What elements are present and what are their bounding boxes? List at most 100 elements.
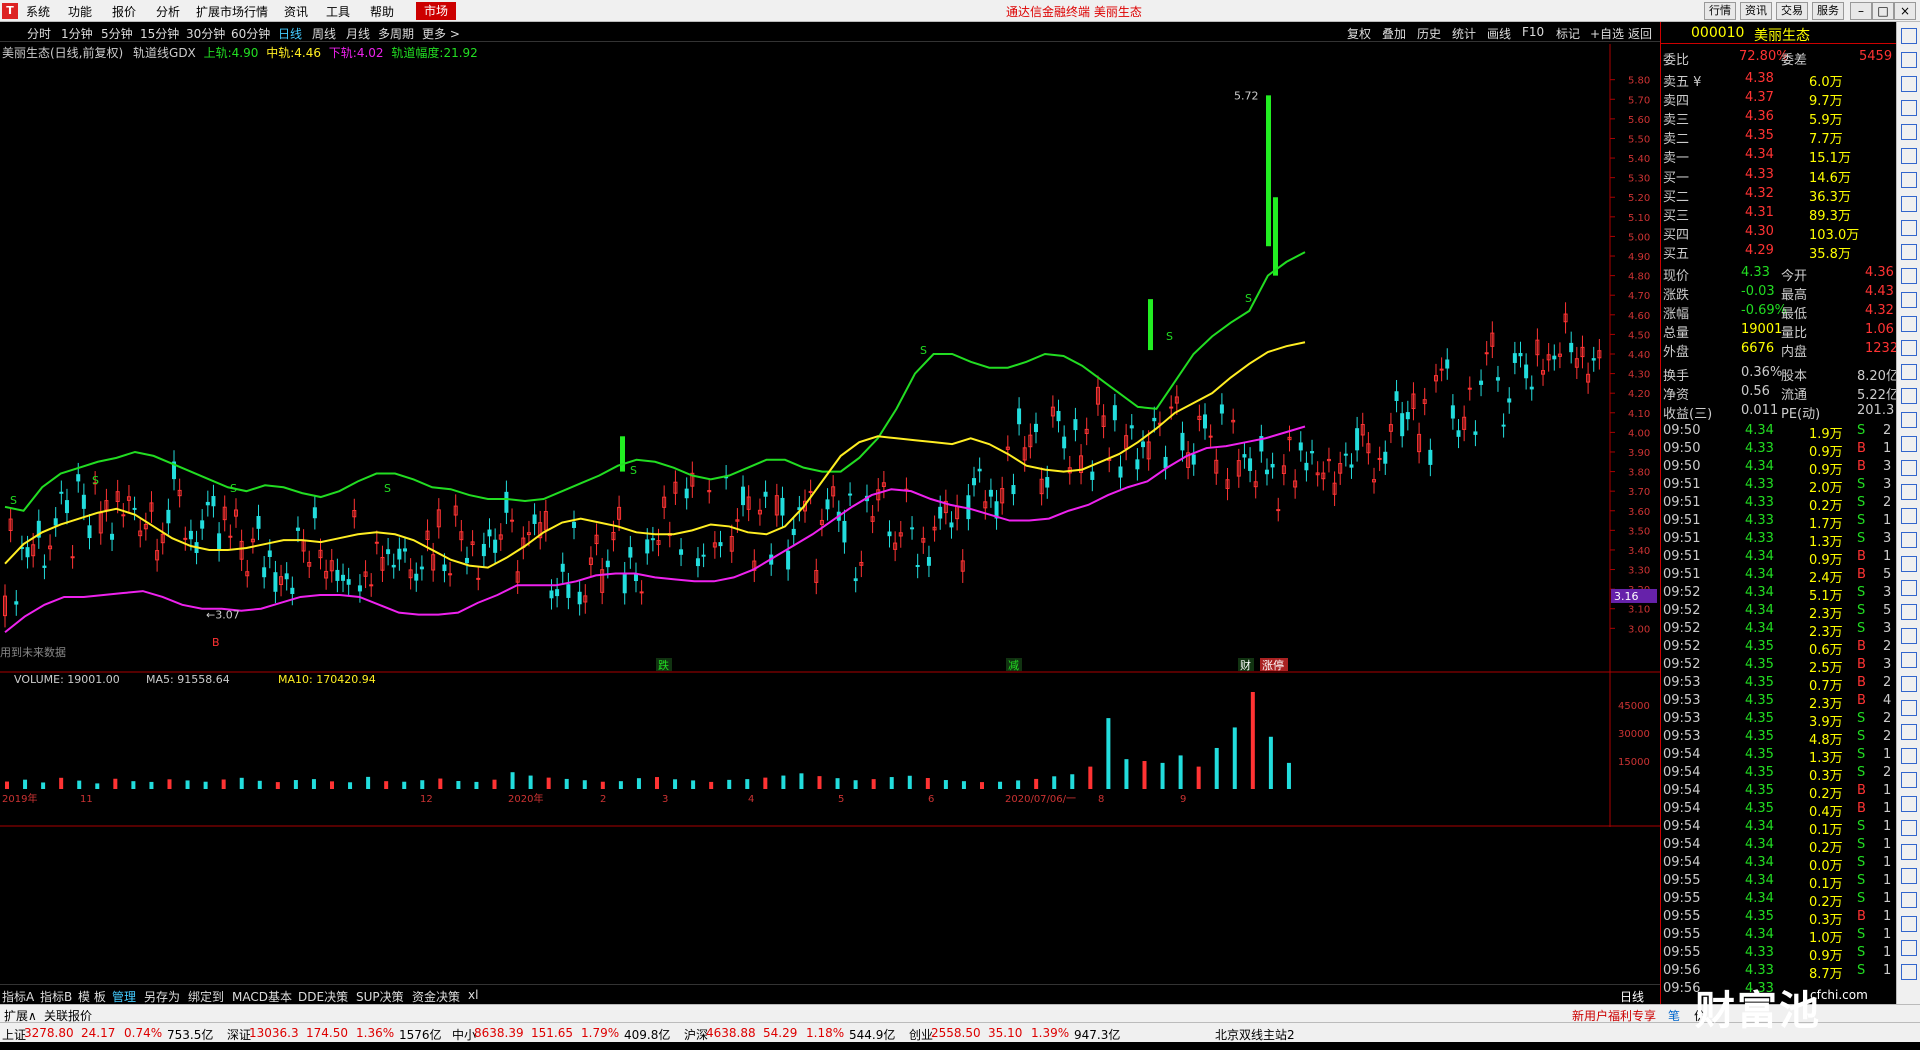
toolbar-icon[interactable] [1901,676,1917,692]
toolbar-icon[interactable] [1901,316,1917,332]
market-button[interactable]: 市场 [416,2,456,20]
tick-side: S [1857,621,1866,636]
tool-fuquan[interactable]: 复权 [1347,25,1371,42]
toolbar-icon[interactable] [1901,100,1917,116]
toolbar-icon[interactable] [1901,532,1917,548]
toolbar-icon[interactable] [1901,268,1917,284]
toolbar-icon[interactable] [1901,388,1917,404]
toolbar-icon[interactable] [1901,580,1917,596]
menu-bar: T 系统 功能 报价 分析 扩展市场行情 资讯 工具 帮助 市场 通达信金融终端… [0,0,1920,22]
toolbar-icon[interactable] [1901,28,1917,44]
tab-xl[interactable]: xl [468,988,478,1002]
toolbar-icon[interactable] [1901,772,1917,788]
tool-mark[interactable]: 标记 [1556,25,1580,42]
toolbar-icon[interactable] [1901,220,1917,236]
tab-template[interactable]: 模 板 [78,988,106,1005]
maximize-icon[interactable]: □ [1872,2,1894,20]
tool-overlay[interactable]: 叠加 [1382,25,1406,42]
period-tab-more[interactable]: 更多 > [422,25,460,42]
server-status[interactable]: 北京双线主站2 [1215,1026,1295,1043]
service-button[interactable]: 服务 [1812,2,1844,20]
toolbar-icon[interactable] [1901,628,1917,644]
toolbar-icon[interactable] [1901,604,1917,620]
toolbar-icon[interactable] [1901,652,1917,668]
menu-function[interactable]: 功能 [68,3,92,20]
tool-f10[interactable]: F10 [1522,25,1544,39]
candle-body [25,547,30,558]
sell-signal-mark: S [92,474,99,487]
candle-body [684,488,689,499]
close-icon[interactable]: × [1894,2,1916,20]
menu-extmarket[interactable]: 扩展市场行情 [196,3,268,20]
period-tab[interactable]: 多周期 [378,25,414,42]
toolbar-icon[interactable] [1901,364,1917,380]
tab-indicator-a[interactable]: 指标A [2,988,34,1005]
tool-stats[interactable]: 统计 [1452,25,1476,42]
tool-back[interactable]: 返回 [1628,25,1652,42]
volume-bar [420,780,425,789]
toolbar-icon[interactable] [1901,964,1917,980]
period-tab[interactable]: 15分钟 [140,25,179,42]
menu-tools[interactable]: 工具 [326,3,350,20]
stat-row: 总量 19001 量比 1.06 [1661,321,1897,341]
toolbar-icon[interactable] [1901,508,1917,524]
tab-saveas[interactable]: 另存为 [144,988,180,1005]
menu-quote[interactable]: 报价 [112,3,136,20]
period-tab[interactable]: 60分钟 [231,25,270,42]
x-tick-label: 6 [928,794,934,805]
menu-system[interactable]: 系统 [26,3,50,20]
tab-macd[interactable]: MACD基本 [232,988,292,1005]
candle-body [1270,463,1275,468]
trade-button[interactable]: 交易 [1776,2,1808,20]
toolbar-icon[interactable] [1901,820,1917,836]
toolbar-icon[interactable] [1901,868,1917,884]
period-tab[interactable]: 月线 [346,25,370,42]
toolbar-icon[interactable] [1901,52,1917,68]
tab-manage[interactable]: 管理 [112,988,136,1005]
toolbar-icon[interactable] [1901,244,1917,260]
toolbar-icon[interactable] [1901,436,1917,452]
toolbar-icon[interactable] [1901,124,1917,140]
toolbar-icon[interactable] [1901,796,1917,812]
toolbar-icon[interactable] [1901,460,1917,476]
toolbar-icon[interactable] [1901,748,1917,764]
toolbar-icon[interactable] [1901,892,1917,908]
tab-bind[interactable]: 绑定到 [188,988,224,1005]
toolbar-icon[interactable] [1901,340,1917,356]
period-tab[interactable]: 1分钟 [61,25,93,42]
toolbar-icon[interactable] [1901,484,1917,500]
period-tab[interactable]: 分时 [27,25,51,42]
tool-add-fav[interactable]: +自选 [1590,25,1624,42]
tool-history[interactable]: 历史 [1417,25,1441,42]
tab-dde[interactable]: DDE决策 [298,988,348,1005]
news-button[interactable]: 资讯 [1740,2,1772,20]
period-tab[interactable]: 5分钟 [101,25,133,42]
period-tab[interactable]: 周线 [312,25,336,42]
tool-draw[interactable]: 画线 [1487,25,1511,42]
period-tab[interactable]: 30分钟 [186,25,225,42]
toolbar-icon[interactable] [1901,292,1917,308]
toolbar-icon[interactable] [1901,172,1917,188]
toolbar-icon[interactable] [1901,940,1917,956]
tab-fund[interactable]: 资金决策 [412,988,460,1005]
candle-body [741,486,746,506]
toolbar-icon[interactable] [1901,76,1917,92]
toolbar-icon[interactable] [1901,700,1917,716]
period-tab-active[interactable]: 日线 [278,25,302,42]
toolbar-icon[interactable] [1901,916,1917,932]
tab-sup[interactable]: SUP决策 [356,988,404,1005]
toolbar-icon[interactable] [1901,412,1917,428]
y-tick-label: 5.00 [1628,232,1650,243]
toolbar-icon[interactable] [1901,148,1917,164]
tab-indicator-b[interactable]: 指标B [40,988,72,1005]
price-chart-area[interactable]: 5.80 5.70 5.60 5.50 5.40 5.30 5.20 5.10 5.00 4.90… [0,44,1660,827]
toolbar-icon[interactable] [1901,556,1917,572]
minimize-icon[interactable]: – [1850,2,1872,20]
toolbar-icon[interactable] [1901,196,1917,212]
toolbar-icon[interactable] [1901,724,1917,740]
menu-help[interactable]: 帮助 [370,3,394,20]
toolbar-icon[interactable] [1901,844,1917,860]
menu-news[interactable]: 资讯 [284,3,308,20]
quote-button[interactable]: 行情 [1704,2,1736,20]
menu-analysis[interactable]: 分析 [156,3,180,20]
